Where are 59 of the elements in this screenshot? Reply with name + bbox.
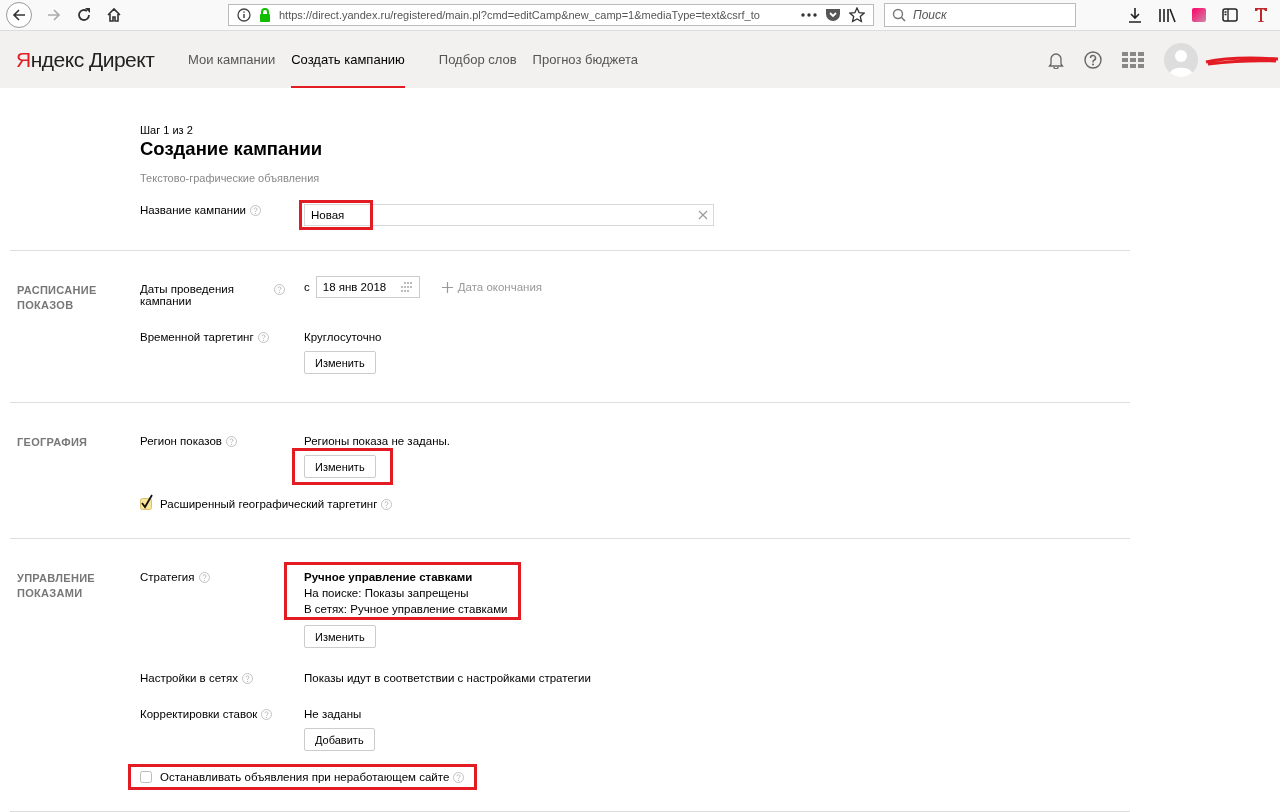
back-arrow-icon <box>11 7 27 23</box>
date-field[interactable]: 18 янв 2018 <box>315 276 420 298</box>
field-label: Временной таргетинг <box>140 331 254 343</box>
value-text: Ручное управление ставками <box>304 571 474 583</box>
value-text: Круглосуточно <box>304 331 382 343</box>
plus-icon <box>441 281 453 293</box>
back-button[interactable] <box>6 2 32 28</box>
section-title: РАСПИСАНИЕ ПОКАЗОВ <box>16 283 98 313</box>
download-icon[interactable] <box>1128 7 1142 23</box>
clear-icon[interactable] <box>698 210 708 220</box>
help-icon[interactable] <box>1084 50 1102 69</box>
section-title: ГЕОГРАФИЯ <box>16 435 89 450</box>
bell-icon[interactable] <box>1048 50 1064 69</box>
value-text: Показы идут в соответствии с настройками стратегии <box>304 672 591 684</box>
change-button[interactable]: Изменить <box>304 455 376 478</box>
field-label: Даты проведения кампании <box>140 283 235 307</box>
reload-icon[interactable] <box>76 7 92 23</box>
field-label: Стратегия <box>140 571 195 583</box>
date-prefix: с <box>304 281 310 293</box>
change-button[interactable]: Изменить <box>304 351 376 374</box>
sidebar-icon[interactable] <box>1222 8 1238 22</box>
calendar-icon[interactable] <box>399 282 413 292</box>
apps-icon[interactable] <box>1122 51 1144 68</box>
step-label: Шаг 1 из 2 <box>140 124 194 136</box>
lock-icon <box>259 8 271 22</box>
logo[interactable]: Яндекс Директ <box>16 47 188 72</box>
more-icon[interactable] <box>801 13 817 17</box>
pocket-icon[interactable] <box>825 7 841 23</box>
input-field[interactable]: Новая <box>304 204 714 226</box>
home-icon[interactable] <box>106 7 122 23</box>
extension-icon[interactable] <box>1254 7 1268 23</box>
nav-tab[interactable]: Создать кампанию <box>291 31 405 88</box>
field-label: Название кампании <box>140 204 246 216</box>
section-title: УПРАВЛЕНИЕ ПОКАЗАМИ <box>16 571 96 601</box>
value-text: Не заданы <box>304 708 362 720</box>
page-title: Создание кампании <box>140 138 324 160</box>
checkbox[interactable] <box>140 494 154 510</box>
url-text: https://direct.yandex.ru/registered/main.pl?cmd=editCamp&new_camp=1&mediaType=text&csrf_to <box>279 9 761 21</box>
info-icon[interactable] <box>237 8 251 22</box>
nav-tab[interactable]: Прогноз бюджета <box>532 31 638 88</box>
search-icon <box>892 8 906 22</box>
field-label: Регион показов <box>140 435 222 447</box>
value-text: В сетях: Ручное управление ставками <box>304 603 508 615</box>
nav-tab[interactable]: Мои кампании <box>188 31 276 88</box>
change-button[interactable]: Добавить <box>304 728 375 751</box>
address-bar[interactable]: https://direct.yandex.ru/registered/main.pl?cmd=editCamp&new_camp=1&mediaType=text&csrf_to <box>228 4 874 26</box>
change-button[interactable]: Изменить <box>304 625 376 648</box>
library-icon[interactable] <box>1158 7 1176 23</box>
value-text: На поиске: Показы запрещены <box>304 587 470 599</box>
star-icon[interactable] <box>849 7 865 23</box>
campaign-type: Текстово-графические объявления <box>140 172 321 184</box>
checkbox-label: Расширенный географический таргетинг <box>160 498 378 510</box>
field-label: Корректировки ставок <box>140 708 258 720</box>
value-text: Регионы показа не заданы. <box>304 435 450 447</box>
nav-tab[interactable]: Подбор слов <box>438 31 517 88</box>
field-label: Настройки в сетях <box>140 672 238 684</box>
search-field[interactable]: Поиск <box>884 3 1076 27</box>
forward-icon[interactable] <box>46 7 62 23</box>
checkbox-label: Останавливать объявления при неработающем сайте <box>160 771 450 783</box>
